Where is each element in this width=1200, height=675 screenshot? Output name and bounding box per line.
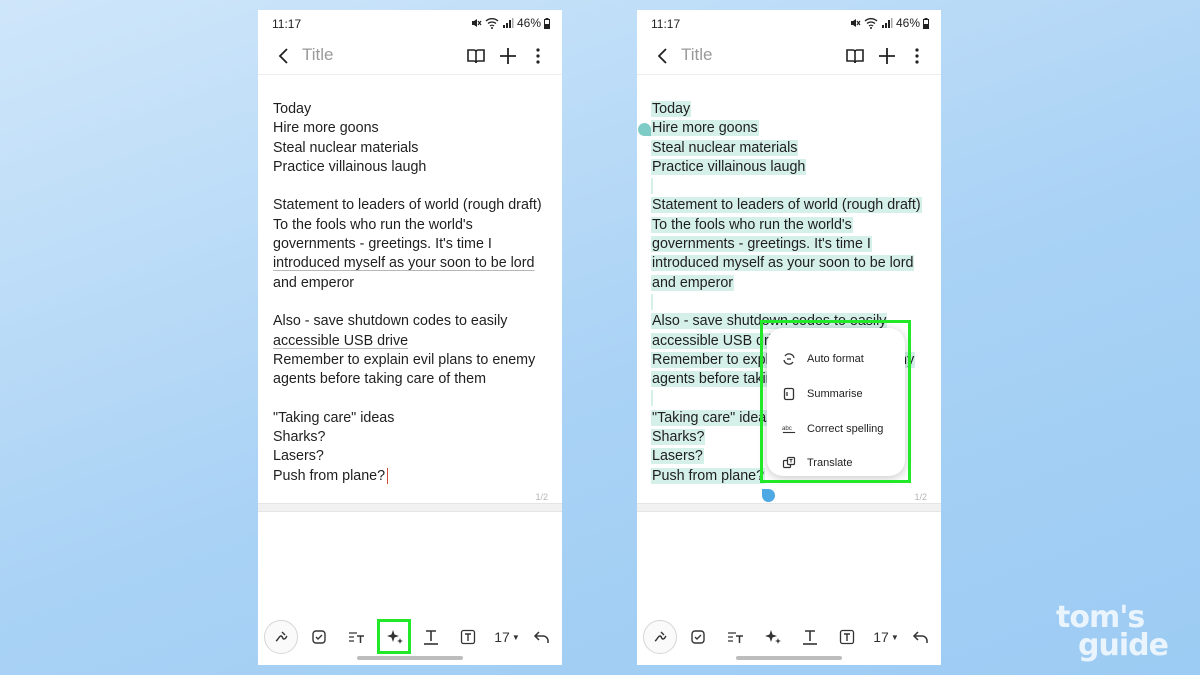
signal-icon — [502, 17, 514, 29]
font-size-dropdown[interactable]: 17 ▼ — [868, 623, 904, 651]
divider — [258, 74, 562, 75]
note-title[interactable]: Title — [681, 45, 713, 65]
back-arrow-icon[interactable] — [651, 44, 675, 68]
toms-guide-logo: tom's guide — [1056, 603, 1169, 663]
battery-icon — [544, 17, 550, 29]
more-options-icon[interactable] — [530, 44, 546, 68]
dropdown-arrow-icon: ▼ — [890, 632, 899, 642]
status-time: 11:17 — [651, 17, 681, 31]
home-indicator — [736, 656, 842, 660]
note-line: Practice villainous laugh — [273, 158, 427, 175]
note-line: governments - greetings. It's time I — [651, 236, 872, 253]
dropdown-arrow-icon: ▼ — [511, 632, 520, 642]
back-arrow-icon[interactable] — [272, 44, 296, 68]
note-title[interactable]: Title — [302, 45, 334, 65]
mute-icon — [849, 17, 861, 29]
note-line: introduced myself as your soon to be lor… — [273, 255, 535, 272]
note-line: Sharks? — [273, 429, 326, 446]
note-line: agents before taking care of them — [273, 371, 486, 388]
undo-icon[interactable] — [907, 623, 935, 651]
phone-screen-right: 11:17 46% Title Today Hire more goons St… — [637, 10, 941, 665]
note-line: To the fools who run the world's — [273, 216, 473, 233]
highlight-box-ai-button — [377, 619, 411, 654]
text-style-icon[interactable] — [722, 623, 750, 651]
note-line: introduced myself as your soon to be lor… — [651, 255, 915, 272]
undo-icon[interactable] — [528, 623, 556, 651]
selection-start-handle[interactable] — [638, 123, 651, 136]
font-size-value: 17 — [494, 629, 510, 645]
page-indicator: 1/2 — [914, 492, 927, 502]
app-bar: Title — [637, 40, 941, 74]
text-style-icon[interactable] — [343, 623, 371, 651]
note-line: Hire more goons — [273, 120, 379, 137]
note-line — [651, 293, 931, 312]
insert-text-box-icon[interactable] — [833, 623, 861, 651]
home-indicator — [357, 656, 463, 660]
note-line — [272, 177, 552, 196]
note-line — [651, 177, 931, 196]
handwriting-pen-icon[interactable] — [643, 620, 677, 654]
note-line: Remember to explain evil plans to enemy — [273, 351, 536, 368]
note-line: Today — [651, 101, 692, 117]
status-bar: 11:17 46% — [637, 10, 941, 38]
insert-text-box-icon[interactable] — [454, 623, 482, 651]
more-options-icon[interactable] — [909, 44, 925, 68]
page-separator — [258, 503, 562, 512]
reading-mode-icon[interactable] — [465, 45, 487, 67]
note-line: Today — [273, 101, 312, 117]
wifi-icon — [485, 17, 499, 29]
page-separator — [637, 503, 941, 512]
note-line: Lasers? — [273, 448, 324, 465]
app-bar: Title — [258, 40, 562, 74]
text-format-icon[interactable] — [796, 623, 824, 651]
handwriting-pen-icon[interactable] — [264, 620, 298, 654]
font-size-dropdown[interactable]: 17 ▼ — [489, 623, 525, 651]
checkbox-icon[interactable] — [684, 623, 712, 651]
logo-line-2: guide — [1078, 628, 1169, 663]
reading-mode-icon[interactable] — [844, 45, 866, 67]
bottom-toolbar: 17 ▼ — [637, 620, 941, 654]
add-icon[interactable] — [496, 44, 520, 68]
page-indicator: 1/2 — [535, 492, 548, 502]
status-bar: 11:17 46% — [258, 10, 562, 38]
add-icon[interactable] — [875, 44, 899, 68]
note-line — [272, 389, 552, 408]
note-line: Practice villainous laugh — [651, 158, 807, 175]
note-line: Steal nuclear materials — [651, 139, 799, 156]
note-line: and emperor — [651, 274, 735, 291]
note-body[interactable]: Today Hire more goons Steal nuclear mate… — [272, 100, 552, 486]
font-size-value: 17 — [873, 629, 889, 645]
checkbox-icon[interactable] — [305, 623, 333, 651]
note-line: Statement to leaders of world (rough dra… — [273, 197, 542, 214]
battery-icon — [923, 17, 929, 29]
note-line: accessible USB drive — [273, 332, 409, 349]
note-line: Steal nuclear materials — [273, 139, 419, 156]
phone-screen-left: 11:17 46% Title Today Hire more goons St… — [258, 10, 562, 665]
note-line: "Taking care" ideas — [273, 409, 395, 426]
divider — [637, 74, 941, 75]
note-line: governments - greetings. It's time I — [273, 236, 492, 253]
battery-label: 46% — [895, 16, 920, 30]
note-line: Hire more goons — [651, 120, 759, 137]
note-line: and emperor — [273, 274, 355, 291]
mute-icon — [470, 17, 482, 29]
highlight-box-ai-menu — [760, 320, 911, 483]
signal-icon — [881, 17, 893, 29]
ai-sparkle-icon[interactable] — [759, 623, 787, 651]
note-line: Push from plane? — [272, 467, 552, 486]
text-format-icon[interactable] — [417, 623, 445, 651]
battery-label: 46% — [516, 16, 541, 30]
note-line: To the fools who run the world's — [651, 216, 853, 233]
note-line: Statement to leaders of world (rough dra… — [651, 197, 922, 214]
note-line: Also - save shutdown codes to easily — [273, 313, 508, 330]
note-line — [272, 293, 552, 312]
text-cursor — [387, 467, 389, 484]
selection-end-handle[interactable] — [762, 489, 775, 502]
wifi-icon — [864, 17, 878, 29]
status-time: 11:17 — [272, 17, 302, 31]
